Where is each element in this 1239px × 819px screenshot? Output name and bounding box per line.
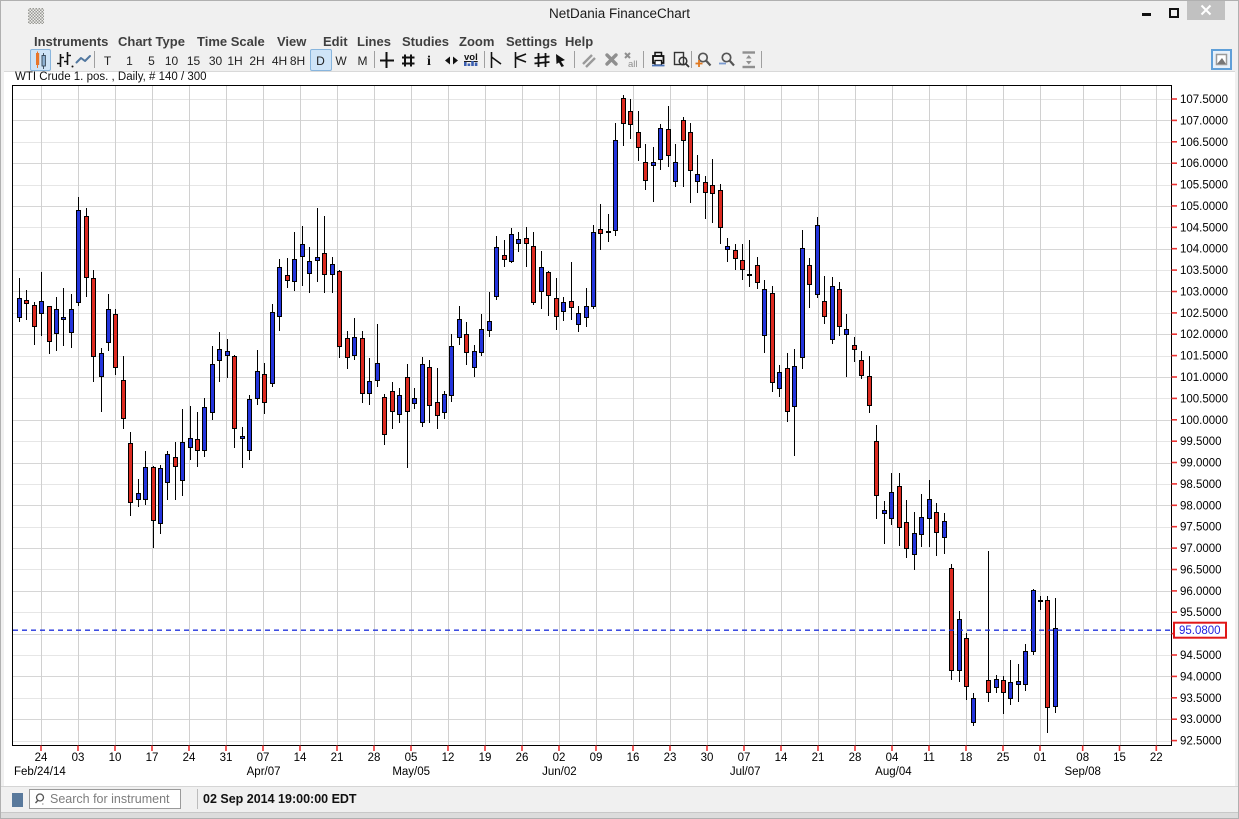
svg-text:01: 01 (1034, 752, 1047, 764)
svg-text:04: 04 (886, 752, 899, 764)
svg-text:97.0000: 97.0000 (1180, 543, 1222, 555)
svg-text:100.0000: 100.0000 (1180, 415, 1228, 427)
svg-text:96.5000: 96.5000 (1180, 565, 1222, 577)
svg-text:25: 25 (997, 752, 1010, 764)
svg-text:31: 31 (220, 752, 233, 764)
svg-text:all: all (628, 59, 638, 70)
svg-text:23: 23 (664, 752, 677, 764)
svg-text:21: 21 (812, 752, 825, 764)
svg-text:28: 28 (368, 752, 381, 764)
svg-text:107.5000: 107.5000 (1180, 94, 1228, 106)
svg-text:94.5000: 94.5000 (1180, 650, 1222, 662)
svg-text:24: 24 (35, 752, 48, 764)
svg-text:19: 19 (479, 752, 492, 764)
svg-text:106.5000: 106.5000 (1180, 137, 1228, 149)
svg-text:Jul/07: Jul/07 (730, 766, 761, 778)
svg-text:103.5000: 103.5000 (1180, 265, 1228, 277)
svg-text:11: 11 (923, 752, 935, 764)
svg-text:101.5000: 101.5000 (1180, 351, 1228, 363)
svg-text:Aug/04: Aug/04 (875, 766, 912, 778)
svg-text:105.5000: 105.5000 (1180, 180, 1228, 192)
svg-text:Sep/08: Sep/08 (1064, 766, 1100, 778)
svg-text:26: 26 (516, 752, 529, 764)
svg-text:22: 22 (1150, 752, 1163, 764)
svg-text:14: 14 (775, 752, 788, 764)
svg-text:18: 18 (960, 752, 973, 764)
svg-text:14: 14 (294, 752, 307, 764)
svg-text:105.0000: 105.0000 (1180, 201, 1228, 213)
svg-text:30: 30 (701, 752, 714, 764)
svg-text:03: 03 (72, 752, 85, 764)
svg-text:16: 16 (627, 752, 640, 764)
svg-text:92.5000: 92.5000 (1180, 736, 1222, 748)
svg-text:vol: vol (464, 52, 478, 63)
svg-text:Jun/02: Jun/02 (542, 766, 577, 778)
svg-text:93.0000: 93.0000 (1180, 714, 1222, 726)
svg-text:104.0000: 104.0000 (1180, 244, 1228, 256)
svg-text:17: 17 (146, 752, 159, 764)
svg-text:97.5000: 97.5000 (1180, 522, 1222, 534)
svg-text:106.0000: 106.0000 (1180, 158, 1228, 170)
svg-text:100.5000: 100.5000 (1180, 393, 1228, 405)
svg-text:07: 07 (738, 752, 751, 764)
svg-text:Apr/07: Apr/07 (247, 766, 281, 778)
svg-text:10: 10 (109, 752, 122, 764)
svg-text:02: 02 (553, 752, 566, 764)
svg-text:May/05: May/05 (392, 766, 430, 778)
svg-text:95.5000: 95.5000 (1180, 607, 1222, 619)
svg-text:07: 07 (257, 752, 270, 764)
svg-text:104.5000: 104.5000 (1180, 222, 1228, 234)
svg-text:99.5000: 99.5000 (1180, 436, 1222, 448)
svg-text:15: 15 (1113, 752, 1126, 764)
svg-text:09: 09 (590, 752, 603, 764)
svg-text:93.5000: 93.5000 (1180, 693, 1222, 705)
svg-text:94.0000: 94.0000 (1180, 671, 1222, 683)
svg-text:96.0000: 96.0000 (1180, 586, 1222, 598)
svg-text:Feb/24/14: Feb/24/14 (14, 766, 66, 778)
svg-text:98.0000: 98.0000 (1180, 500, 1222, 512)
svg-text:102.0000: 102.0000 (1180, 329, 1228, 341)
svg-text:102.5000: 102.5000 (1180, 308, 1228, 320)
svg-text:103.0000: 103.0000 (1180, 287, 1228, 299)
svg-text:95.0800: 95.0800 (1179, 625, 1221, 637)
svg-text:107.0000: 107.0000 (1180, 115, 1228, 127)
svg-text:101.0000: 101.0000 (1180, 372, 1228, 384)
svg-text:05: 05 (405, 752, 418, 764)
svg-text:08: 08 (1076, 752, 1089, 764)
svg-text:21: 21 (331, 752, 344, 764)
svg-text:28: 28 (849, 752, 862, 764)
svg-text:99.0000: 99.0000 (1180, 458, 1222, 470)
svg-text:24: 24 (183, 752, 196, 764)
svg-text:98.5000: 98.5000 (1180, 479, 1222, 491)
svg-text:i: i (427, 54, 431, 69)
svg-text:12: 12 (442, 752, 455, 764)
